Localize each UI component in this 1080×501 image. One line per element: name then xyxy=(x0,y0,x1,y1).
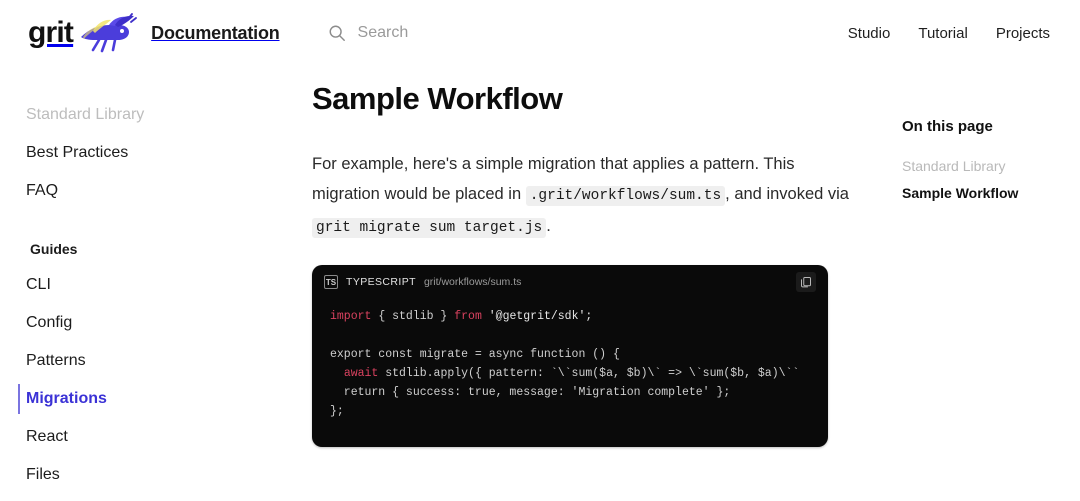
sidebar-item-react[interactable]: React xyxy=(26,418,270,456)
inline-code-workflow-path: .grit/workflows/sum.ts xyxy=(525,186,726,207)
paragraph-text-part3: . xyxy=(546,217,551,236)
grasshopper-mascot-icon xyxy=(81,13,138,53)
docs-sidebar: Standard Library Best Practices FAQ Guid… xyxy=(0,96,270,494)
copy-code-button[interactable] xyxy=(796,272,816,293)
documentation-page: grit Documentation Search Studio Tutoria… xyxy=(0,0,1080,501)
search-placeholder: Search xyxy=(357,24,409,41)
primary-nav: Studio Tutorial Projects xyxy=(848,25,1050,42)
site-header: grit Documentation Search Studio Tutoria… xyxy=(0,0,1080,66)
code-line: import { stdlib } from '@getgrit/sdk'; xyxy=(330,310,593,324)
sidebar-item-standard-library[interactable]: Standard Library xyxy=(26,96,270,134)
code-line: return { success: true, message: 'Migrat… xyxy=(330,386,731,400)
logo-wordmark: grit xyxy=(28,16,74,49)
nav-link-tutorial[interactable]: Tutorial xyxy=(918,25,967,42)
toc-title: On this page xyxy=(902,118,993,135)
sidebar-item-faq[interactable]: FAQ xyxy=(26,172,270,210)
code-language-label: TYPESCRIPT xyxy=(346,276,416,289)
site-title: Documentation xyxy=(151,22,280,43)
nav-link-projects[interactable]: Projects xyxy=(996,25,1050,42)
sidebar-item-migrations[interactable]: Migrations xyxy=(18,380,270,418)
sidebar-item-patterns[interactable]: Patterns xyxy=(26,342,270,380)
sidebar-section-guides: Guides xyxy=(30,241,78,257)
code-block-header: TS TYPESCRIPT grit/workflows/sum.ts xyxy=(312,265,828,299)
sidebar-item-best-practices[interactable]: Best Practices xyxy=(26,134,270,172)
code-block-body: import { stdlib } from '@getgrit/sdk'; e… xyxy=(312,299,828,447)
copy-icon xyxy=(801,277,811,288)
toc-link-sample-workflow[interactable]: Sample Workflow xyxy=(902,180,1072,207)
intro-paragraph: For example, here's a simple migration t… xyxy=(312,149,852,243)
inline-code-cli-command: grit migrate sum target.js xyxy=(312,218,547,239)
sidebar-item-cli[interactable]: CLI xyxy=(26,266,270,304)
code-line: }; xyxy=(330,405,344,419)
code-filename-label: grit/workflows/sum.ts xyxy=(423,276,522,289)
code-block: TS TYPESCRIPT grit/workflows/sum.ts impo… xyxy=(312,265,828,448)
sidebar-item-files[interactable]: Files xyxy=(26,456,270,494)
search-input[interactable]: Search xyxy=(328,24,409,42)
code-line: export const migrate = async function ()… xyxy=(330,348,620,362)
brand-home-link[interactable]: grit Documentation xyxy=(28,13,280,53)
nav-link-studio[interactable]: Studio xyxy=(848,25,891,42)
search-icon xyxy=(329,25,345,41)
sidebar-item-config[interactable]: Config xyxy=(26,304,270,342)
on-this-page-panel: On this page Standard Library Sample Wor… xyxy=(902,118,1072,207)
code-line: await stdlib.apply({ pattern: `\`sum($a,… xyxy=(343,367,800,381)
toc-link-standard-library[interactable]: Standard Library xyxy=(902,153,1072,180)
paragraph-text-part2: , and invoked via xyxy=(725,185,849,204)
main-content: Sample Workflow For example, here's a si… xyxy=(312,80,852,448)
page-title: Sample Workflow xyxy=(312,81,563,116)
typescript-file-icon: TS xyxy=(324,275,338,290)
